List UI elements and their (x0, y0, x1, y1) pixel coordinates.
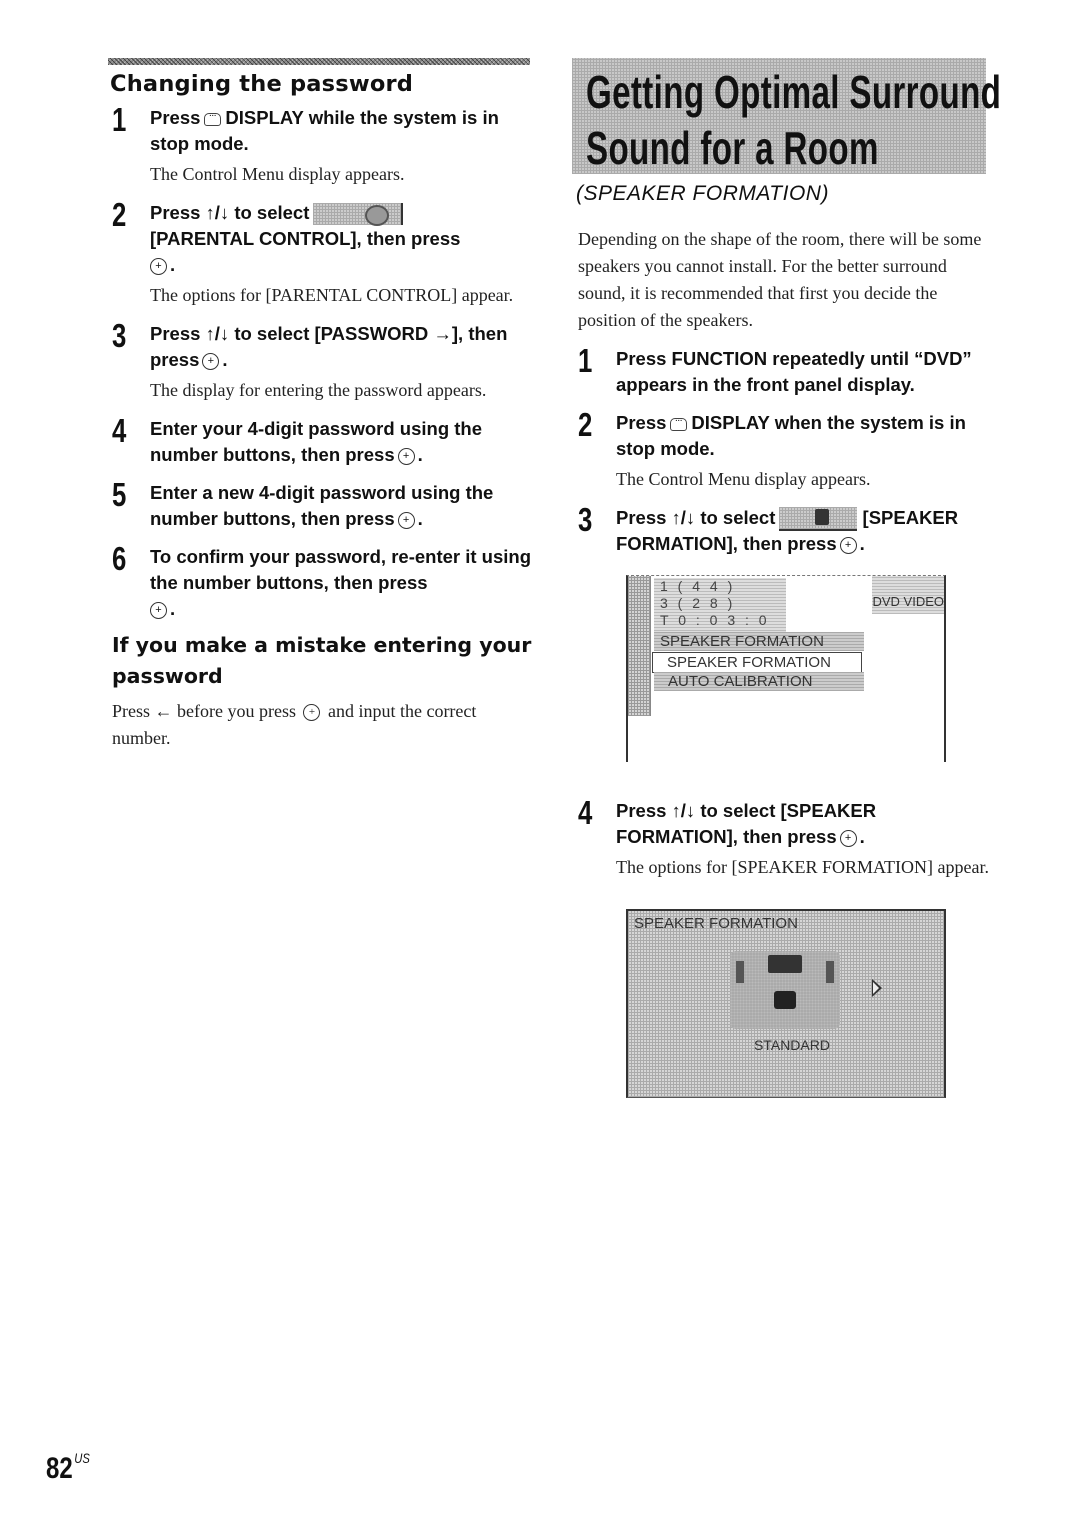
step-end: . (417, 444, 423, 465)
left-speaker-icon (736, 961, 744, 984)
step-end: . (170, 254, 176, 275)
chapter-banner: Getting Optimal Surround Sound for a Roo… (572, 58, 1002, 174)
step-number: 6 (112, 540, 127, 577)
step-text-pre: Press ↑/↓ to select (150, 202, 310, 223)
step-text-pre: Press (150, 107, 201, 128)
next-option-arrow-icon[interactable] (872, 979, 882, 998)
parental-control-icon (313, 203, 404, 227)
section-title: Changing the password (110, 71, 414, 97)
mistake-subtitle: If you make a mistake entering your pass… (112, 633, 532, 688)
step-number: 1 (112, 101, 127, 138)
step-number: 3 (112, 317, 127, 354)
enter-button-icon: + (150, 601, 167, 619)
step-note: The options for [SPEAKER FORMATION] appe… (616, 857, 989, 878)
step-2: 2 Press ··· DISPLAY when the system is in … (578, 406, 998, 462)
step-2: 2 Press ↑/↓ to select [PARENTAL CONTROL],… (112, 196, 532, 278)
formation-current-value: STANDARD (754, 1037, 830, 1054)
step-4: 4 Enter your 4-digit password using the … (112, 412, 532, 468)
menu-icon-strip (628, 576, 651, 717)
room-diagram (730, 951, 840, 1030)
step-text: Enter a new 4-digit password using the n… (150, 482, 494, 529)
disc-type-label: DVD VIDEO (872, 576, 944, 615)
menu-header: SPEAKER FORMATION (654, 632, 864, 652)
title-number: 1 ( 4 4 ) (660, 578, 736, 595)
page-number: 82 US (46, 1450, 90, 1486)
step-text-pre: Press ↑/↓ to select (616, 507, 776, 528)
banner-title-line-1: Getting Optimal Surround (586, 66, 1002, 118)
left-column: Changing the password 1 Press ··· DISPLAY … (108, 58, 532, 752)
step-1: 1 Press ··· DISPLAY while the system is in… (112, 101, 532, 157)
menu-option-speaker-formation[interactable]: SPEAKER FORMATION (652, 652, 862, 674)
speaker-formation-icon (779, 507, 858, 532)
right-column: Getting Optimal Surround Sound for a Roo… (576, 58, 1001, 1099)
step-note: The Control Menu display appears. (150, 164, 405, 184)
step-text: [PARENTAL CONTROL], then press (150, 228, 461, 249)
enter-button-icon: + (202, 352, 220, 370)
step-1: 1 Press FUNCTION repeatedly until “DVD” … (578, 342, 998, 398)
step-text: Enter your 4-digit password using the nu… (150, 418, 483, 465)
step-number: 1 (578, 342, 593, 379)
intro-paragraph: Depending on the shape of the room, ther… (578, 229, 982, 330)
mistake-body-pre: Press ← before you press (112, 701, 296, 721)
listener-icon (774, 991, 796, 1010)
step-text: DISPLAY while the system is in stop mode… (150, 107, 499, 154)
right-speaker-icon (826, 961, 834, 984)
step-number: 5 (112, 476, 127, 513)
section-divider (108, 58, 530, 65)
region-code: US (74, 1450, 90, 1466)
step-end: . (859, 533, 865, 555)
banner-title-line-2: Sound for a Room (586, 122, 879, 174)
step-text: Press ↑/↓ to select [SPEAKER FORMATION],… (616, 800, 877, 848)
step-3: 3 Press ↑/↓ to select [PASSWORD →], then… (112, 317, 532, 373)
enter-button-icon: + (397, 511, 415, 529)
lock-glyph-icon (365, 205, 390, 227)
step-5: 5 Enter a new 4-digit password using the… (112, 476, 532, 532)
step-number: 2 (578, 406, 593, 443)
front-speaker-icon (768, 955, 802, 974)
step-number: 4 (578, 794, 593, 832)
step-text: DISPLAY when the system is in stop mode. (616, 412, 966, 459)
mistake-body: Press ← before you press + and input the… (112, 698, 532, 752)
step-end: . (222, 349, 228, 370)
step-end: . (170, 598, 176, 619)
enter-button-icon: + (839, 829, 857, 847)
disc-info: 1 ( 4 4 ) 3 ( 2 8 ) T 0 : 0 3 : 0 4 (654, 578, 786, 645)
step-text-pre: Press (616, 412, 667, 433)
step-end: . (859, 826, 865, 848)
step-6: 6 To confirm your password, re-enter it … (112, 540, 532, 622)
speaker-formation-screen: SPEAKER FORMATION STANDARD (626, 909, 946, 1099)
step-note: The options for [PARENTAL CONTROL] appea… (150, 285, 514, 305)
step-end: . (417, 508, 423, 529)
display-button-icon: ··· (204, 112, 222, 126)
step-text: To confirm your password, re-enter it us… (150, 546, 532, 593)
page-number-value: 82 (46, 1452, 73, 1485)
step-3: 3 Press ↑/↓ to select [SPEAKER FORMATION… (578, 501, 998, 557)
chapter-subhead: (SPEAKER FORMATION) (576, 182, 829, 205)
control-menu-screen: 1 ( 4 4 ) 3 ( 2 8 ) T 0 : 0 3 : 0 4 DVD … (626, 575, 946, 763)
step-number: 4 (112, 412, 127, 449)
step-text: Press FUNCTION repeatedly until “DVD” ap… (616, 348, 972, 395)
enter-button-icon: + (303, 704, 321, 722)
enter-button-icon: + (839, 536, 857, 554)
enter-button-icon: + (397, 447, 415, 465)
step-note: The Control Menu display appears. (616, 469, 871, 489)
enter-button-icon: + (150, 257, 167, 275)
step-4: 4 Press ↑/↓ to select [SPEAKER FORMATION… (578, 794, 998, 850)
step-number: 3 (578, 501, 593, 538)
speaker-glyph-icon (815, 509, 830, 526)
chapter-number: 3 ( 2 8 ) (660, 595, 736, 612)
display-button-icon: ··· (670, 417, 688, 431)
step-number: 2 (112, 196, 127, 233)
formation-screen-title: SPEAKER FORMATION (634, 915, 798, 933)
menu-option-auto-calibration[interactable]: AUTO CALIBRATION (654, 672, 864, 692)
step-note: The display for entering the password ap… (150, 380, 487, 400)
